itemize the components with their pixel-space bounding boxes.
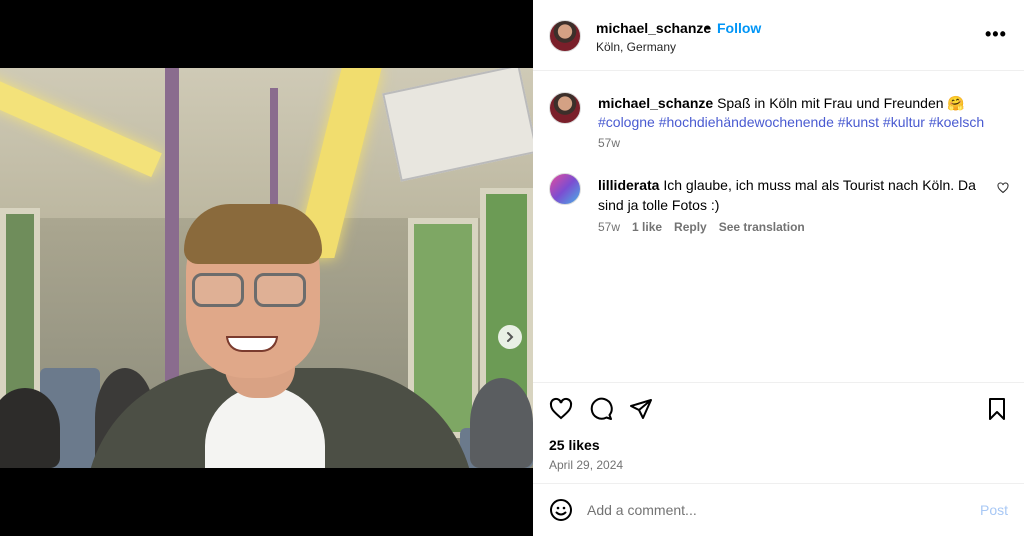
post-header: michael_schanze • Follow Köln, Germany •… — [533, 0, 1024, 71]
comment: lilliderata Ich glaube, ich muss mal als… — [598, 175, 988, 215]
glasses — [192, 273, 310, 313]
post-date: April 29, 2024 — [549, 458, 624, 472]
comment-bubble-icon[interactable] — [589, 397, 613, 421]
carousel-next-button[interactable] — [498, 325, 522, 349]
comment-meta: 57w 1 like Reply See translation — [598, 220, 805, 234]
like-comment-heart-icon[interactable] — [997, 182, 1009, 194]
smile — [226, 336, 278, 352]
location-link[interactable]: Köln, Germany — [596, 40, 676, 54]
like-heart-icon[interactable] — [549, 397, 573, 421]
add-comment-input[interactable] — [587, 498, 967, 522]
see-translation-button[interactable]: See translation — [719, 220, 805, 234]
comment-username[interactable]: lilliderata — [598, 177, 659, 193]
avatar[interactable] — [549, 20, 581, 52]
action-bar: 25 likes April 29, 2024 — [533, 382, 1024, 482]
man-hair — [184, 204, 322, 264]
avatar[interactable] — [549, 173, 581, 205]
post-comment-button[interactable]: Post — [980, 502, 1008, 518]
share-send-icon[interactable] — [629, 397, 653, 421]
comment-timestamp: 57w — [598, 220, 621, 234]
post-side-panel: michael_schanze • Follow Köln, Germany •… — [533, 0, 1024, 536]
caption-username[interactable]: michael_schanze — [598, 95, 713, 111]
chevron-right-icon — [507, 332, 514, 342]
hashtag[interactable]: #koelsch — [929, 114, 984, 130]
add-comment-bar: Post — [533, 483, 1024, 536]
grab-pole — [270, 88, 278, 208]
more-options-icon[interactable]: ••• — [985, 24, 1007, 45]
hashtag[interactable]: #cologne — [598, 114, 655, 130]
emoji-icon[interactable] — [549, 498, 573, 522]
reply-button[interactable]: Reply — [674, 220, 707, 234]
caption: michael_schanze Spaß in Köln mit Frau un… — [598, 94, 1013, 132]
follow-button[interactable]: Follow — [717, 20, 761, 36]
author-username[interactable]: michael_schanze — [596, 20, 711, 36]
caption-timestamp: 57w — [598, 136, 621, 150]
passenger — [470, 378, 533, 468]
hashtag[interactable]: #kultur — [883, 114, 925, 130]
hashtag[interactable]: #kunst — [838, 114, 879, 130]
media-viewer — [0, 0, 533, 536]
likes-count[interactable]: 25 likes — [549, 437, 600, 453]
hashtag[interactable]: #hochdiehändewochenende — [659, 114, 834, 130]
separator-dot: • — [705, 19, 710, 35]
avatar[interactable] — [549, 92, 581, 124]
comment-likes[interactable]: 1 like — [632, 220, 662, 234]
tram-window — [0, 208, 40, 408]
post-photo[interactable] — [0, 68, 533, 468]
save-bookmark-icon[interactable] — [985, 397, 1009, 421]
comments-section: michael_schanze Spaß in Köln mit Frau un… — [533, 72, 1024, 382]
caption-text: Spaß in Köln mit Frau und Freunden 🤗 — [717, 95, 965, 111]
